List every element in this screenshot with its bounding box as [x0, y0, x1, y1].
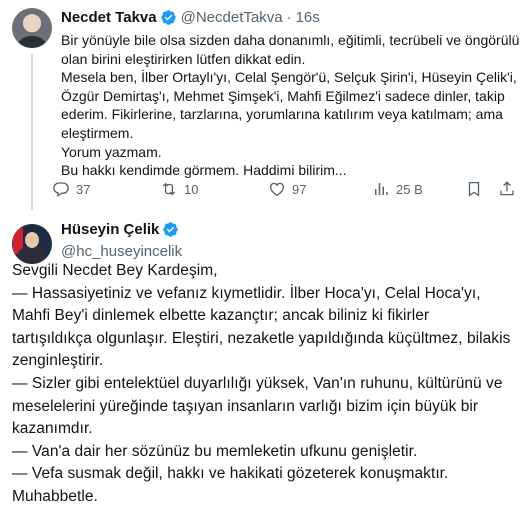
retweet-count: 10 — [184, 181, 199, 197]
views-count: 25 B — [396, 181, 423, 197]
author-name[interactable]: Hüseyin Çelik — [61, 221, 159, 238]
tweet-text: Bir yönüyle bile olsa sizden daha donanı… — [61, 32, 520, 179]
retweet-button[interactable]: 10 — [160, 180, 198, 198]
reply-icon — [53, 182, 69, 197]
author-handle[interactable]: @NecdetTakva — [181, 9, 283, 26]
like-count: 97 — [292, 181, 307, 197]
retweet-icon — [162, 182, 176, 196]
avatar-huseyin[interactable] — [12, 224, 52, 264]
author-name-row: Hüseyin Çelik — [61, 221, 183, 238]
avatar-face — [25, 232, 39, 248]
header-separator: · — [286, 9, 292, 26]
tweet-huseyin[interactable]: Hüseyin Çelik @hc_huseyincelik Sevgili N… — [0, 210, 530, 505]
tweet-timestamp[interactable]: 16s — [296, 9, 320, 26]
tweet-necdet[interactable]: Necdet Takva @NecdetTakva · 16s Bir yönü… — [0, 0, 530, 210]
bookmark-icon — [468, 181, 480, 197]
views-button[interactable]: 25 B — [372, 180, 423, 198]
tweet-text: Sevgili Necdet Bey Kardeşim, — Hassasiye… — [12, 262, 511, 505]
views-icon — [375, 183, 388, 195]
tweet-header: Necdet Takva @NecdetTakva · 16s — [61, 9, 320, 26]
verified-badge-icon — [160, 10, 176, 25]
like-button[interactable]: 97 — [268, 180, 306, 198]
verified-badge-icon — [163, 222, 179, 237]
share-button[interactable] — [498, 180, 516, 198]
author-handle[interactable]: @hc_huseyincelik — [61, 243, 182, 260]
thread-connector-line — [31, 54, 33, 210]
reply-button[interactable]: 37 — [52, 180, 90, 198]
avatar-necdet[interactable] — [12, 8, 52, 48]
tweet-action-bar: 37 10 97 25 B — [52, 178, 514, 200]
author-name[interactable]: Necdet Takva — [61, 9, 157, 26]
heart-icon — [269, 182, 285, 197]
reply-count: 37 — [76, 181, 91, 197]
bookmark-button[interactable] — [465, 180, 483, 198]
share-icon — [500, 181, 514, 196]
